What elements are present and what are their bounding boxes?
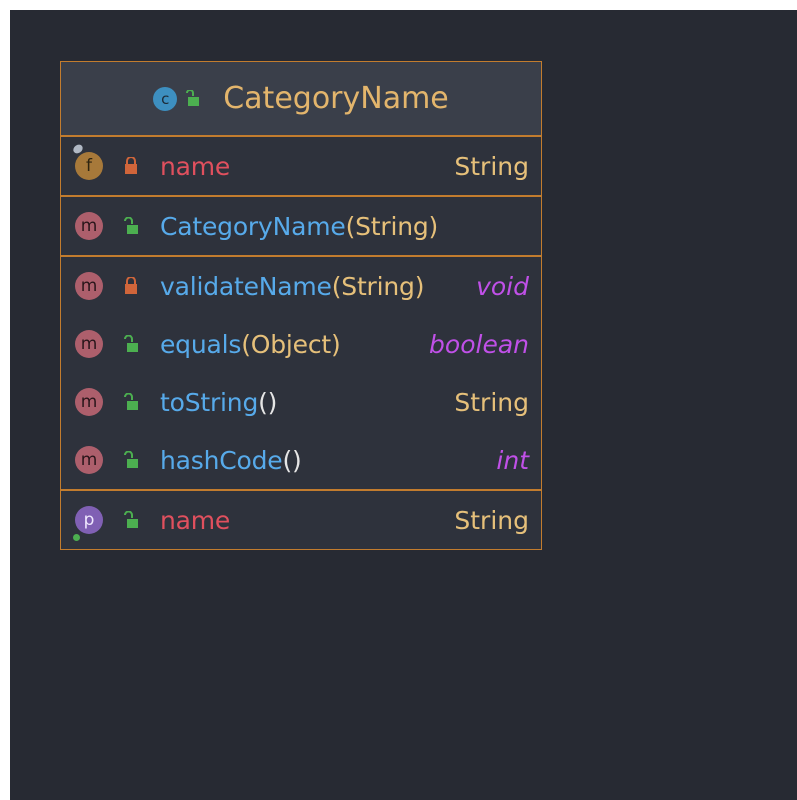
field-type: String (454, 151, 529, 181)
method-return-type: int (496, 445, 529, 475)
method-row[interactable]: m hashCode() int (61, 431, 541, 489)
method-row[interactable]: m validateName(String) void (61, 257, 541, 315)
class-box[interactable]: c CategoryName f name String m CategoryN… (60, 61, 542, 550)
method-row[interactable]: m equals(Object) boolean (61, 315, 541, 373)
public-lock-icon (124, 451, 138, 468)
fields-section: f name String (61, 137, 541, 197)
public-lock-icon (186, 89, 200, 106)
method-signature: toString() (160, 387, 278, 417)
public-lock-icon (124, 393, 138, 410)
class-header: c CategoryName (61, 62, 541, 137)
class-type-icon: c (153, 86, 178, 111)
class-name: CategoryName (223, 81, 449, 116)
properties-section: p name String (61, 491, 541, 549)
methods-section: m validateName(String) void m equals(Obj… (61, 257, 541, 491)
property-icon: p (75, 506, 103, 534)
method-return-type: void (476, 271, 529, 301)
method-icon: m (75, 388, 103, 416)
method-icon: m (75, 330, 103, 358)
field-row[interactable]: f name String (61, 137, 541, 195)
public-lock-icon (124, 511, 138, 528)
getter-marker-icon (73, 534, 80, 541)
method-signature: hashCode() (160, 445, 302, 475)
method-icon: m (75, 212, 103, 240)
field-icon: f (75, 152, 103, 180)
private-lock-icon (125, 277, 137, 294)
public-lock-icon (124, 217, 138, 234)
property-row[interactable]: p name String (61, 491, 541, 549)
method-return-type: boolean (429, 329, 529, 359)
method-icon: m (75, 272, 103, 300)
method-signature: validateName(String) (160, 271, 425, 301)
method-row[interactable]: m toString() String (61, 373, 541, 431)
method-icon: m (75, 446, 103, 474)
method-return-type: String (454, 387, 529, 417)
constructor-row[interactable]: m CategoryName(String) (61, 197, 541, 255)
constructors-section: m CategoryName(String) (61, 197, 541, 257)
public-lock-icon (124, 335, 138, 352)
property-type: String (454, 505, 529, 535)
method-signature: equals(Object) (160, 329, 341, 359)
private-lock-icon (125, 157, 137, 174)
field-name: name (160, 151, 231, 181)
constructor-signature: CategoryName(String) (160, 211, 439, 241)
property-name: name (160, 505, 231, 535)
diagram-canvas: c CategoryName f name String m CategoryN… (10, 10, 797, 800)
